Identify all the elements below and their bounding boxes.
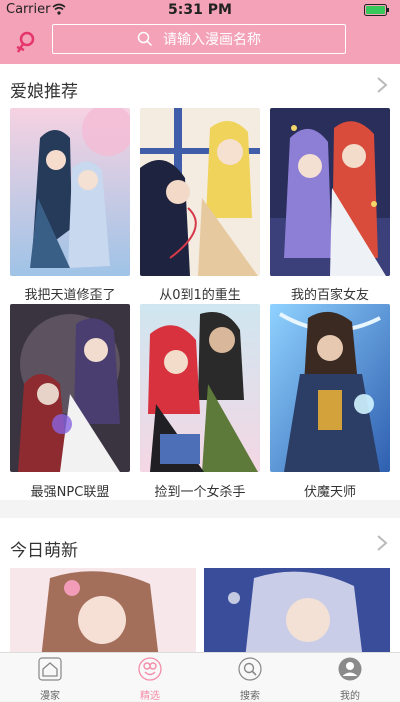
section-new-today: 今日萌新: [0, 518, 400, 652]
chevron-right-icon[interactable]: [376, 76, 388, 94]
comic-title[interactable]: 我把天道修歪了: [10, 284, 130, 303]
battery-icon: [364, 4, 389, 16]
search-icon: [137, 31, 153, 47]
user-icon: [338, 657, 362, 681]
comic-cover[interactable]: [270, 108, 390, 276]
featured-icon: [138, 657, 162, 681]
comic-cover[interactable]: [10, 108, 130, 276]
tab-home[interactable]: 漫家: [0, 653, 100, 702]
search-icon: [238, 657, 262, 681]
search-placeholder: 请输入漫画名称: [163, 32, 261, 48]
comic-title[interactable]: 捡到一个女杀手: [140, 481, 260, 500]
tab-bar: 漫家 精选 搜索 我的: [0, 652, 400, 702]
status-bar: Carrier 5:31 PM: [0, 0, 400, 20]
tab-search[interactable]: 搜索: [200, 653, 300, 702]
search-input[interactable]: 请输入漫画名称: [52, 24, 346, 54]
tab-profile[interactable]: 我的: [300, 653, 400, 702]
comic-cover[interactable]: [140, 108, 260, 276]
home-icon: [38, 657, 62, 681]
comic-title[interactable]: 最强NPC联盟: [10, 481, 130, 500]
comic-cover[interactable]: [10, 304, 130, 472]
comic-cover[interactable]: [270, 304, 390, 472]
comic-cover[interactable]: [10, 568, 196, 652]
section-title: 今日萌新: [10, 541, 78, 561]
section-recommended: 爱娘推荐 我把天道修歪了 从0到1的重生 我的百家女友 最强NPC联盟 捡到一个…: [0, 64, 400, 500]
chevron-right-icon[interactable]: [376, 534, 388, 552]
comic-cover[interactable]: [140, 304, 260, 472]
comic-title[interactable]: 我的百家女友: [270, 284, 390, 303]
section-title: 爱娘推荐: [10, 82, 78, 102]
logo-icon[interactable]: [14, 30, 38, 54]
tab-featured[interactable]: 精选: [100, 653, 200, 702]
clock: 5:31 PM: [168, 2, 232, 18]
comic-title[interactable]: 伏魔天师: [270, 481, 390, 500]
comic-title[interactable]: 从0到1的重生: [140, 284, 260, 303]
comic-cover[interactable]: [204, 568, 390, 652]
header-bar: Carrier 5:31 PM 请输入漫画名称: [0, 0, 400, 64]
